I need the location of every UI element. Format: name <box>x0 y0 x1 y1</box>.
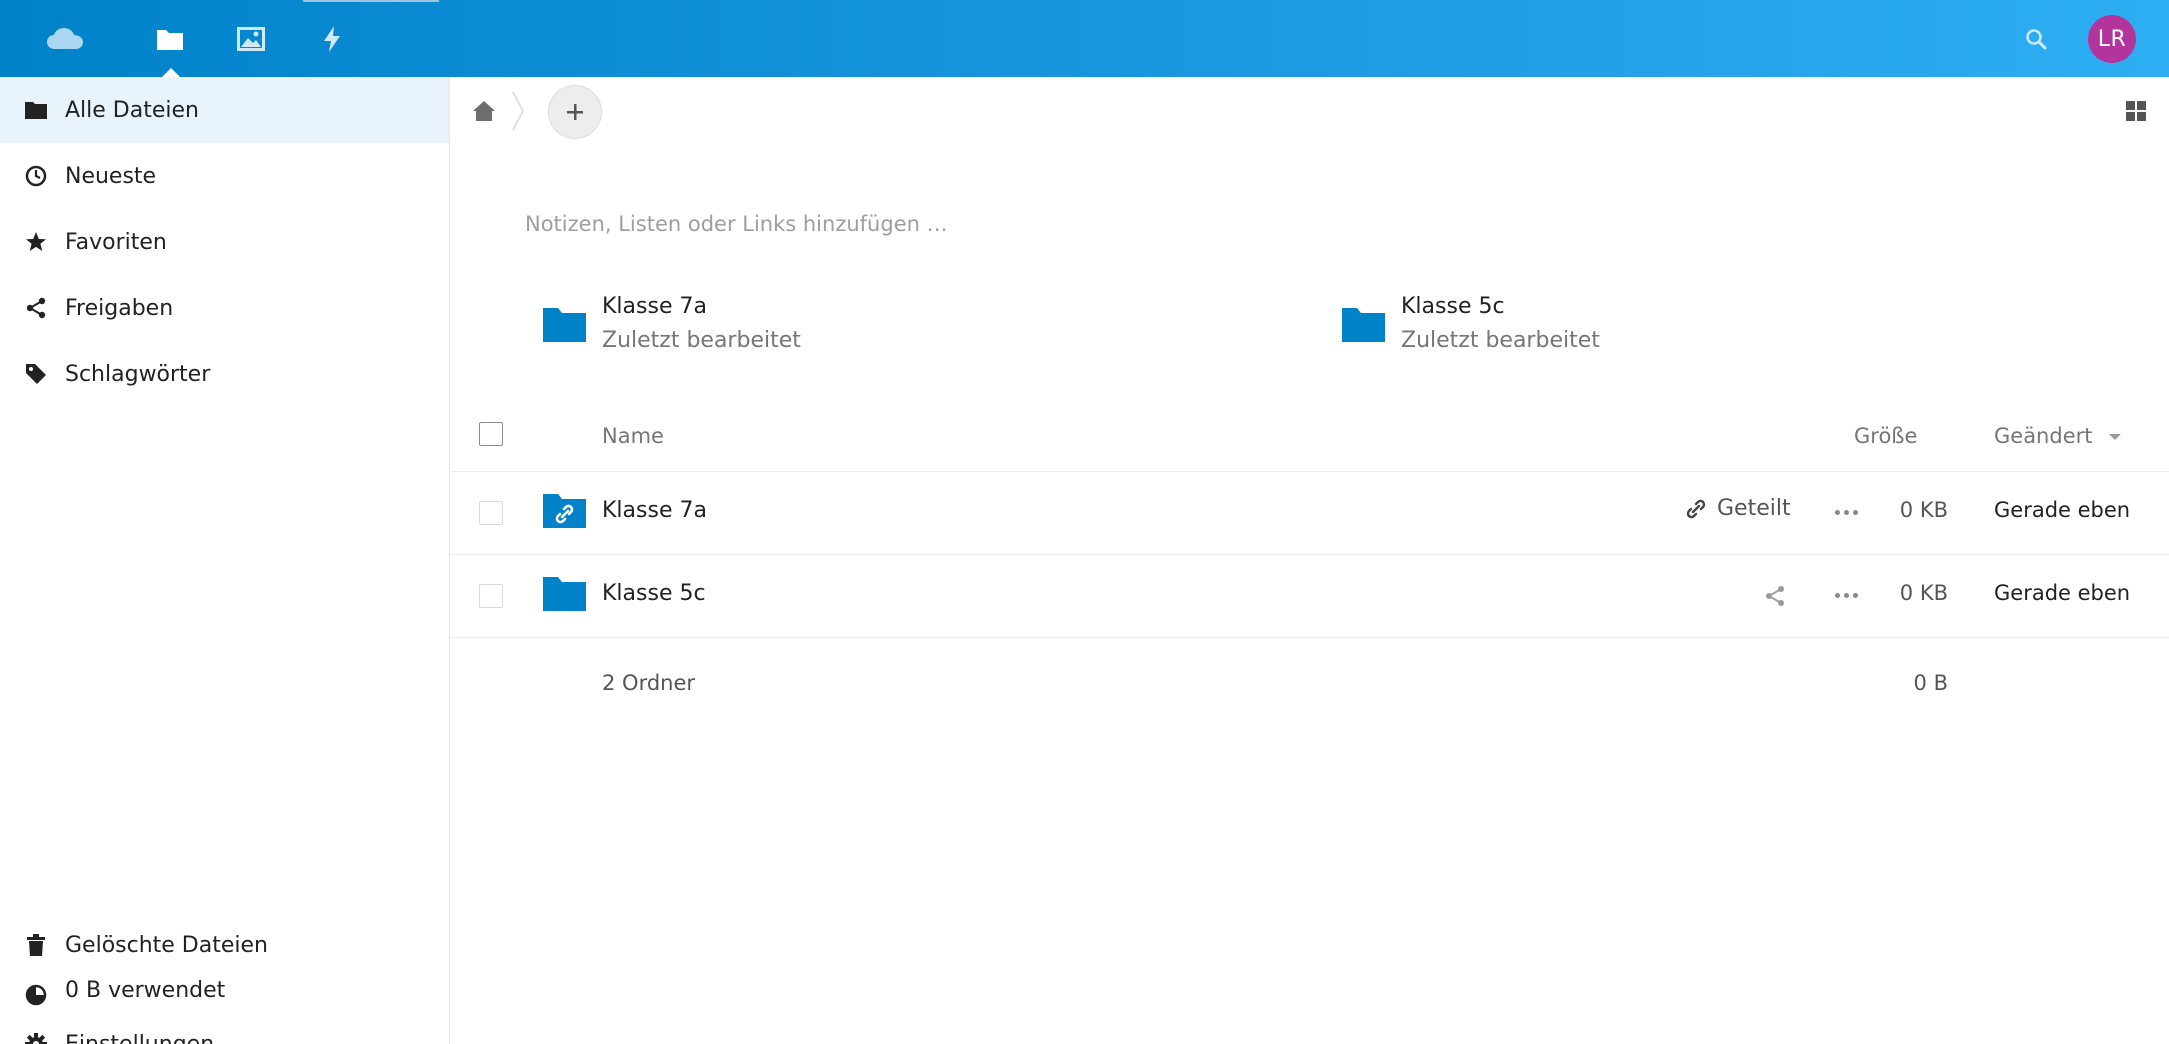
search-icon[interactable] <box>2016 0 2056 77</box>
file-modified: Gerade eben <box>1994 498 2131 522</box>
column-size-header[interactable]: Größe <box>1854 424 1917 448</box>
clock-icon <box>19 165 53 187</box>
file-list-summary: 2 Ordner 0 B <box>451 637 2169 695</box>
trash-icon <box>19 934 53 956</box>
sidebar-item-label: Alle Dateien <box>65 97 199 123</box>
file-size: 0 KB <box>1899 581 1948 605</box>
breadcrumb-home-icon[interactable] <box>469 96 499 126</box>
user-avatar[interactable]: LR <box>2088 15 2136 63</box>
share-icon <box>19 297 53 319</box>
sidebar-item-label: Freigaben <box>65 295 174 321</box>
breadcrumb-separator-icon <box>511 91 525 135</box>
pie-chart-icon <box>19 984 53 1006</box>
controls-bar <box>451 77 2169 145</box>
app-activity-lightning-icon[interactable] <box>312 0 352 77</box>
sidebar-item-all-files[interactable]: Alle Dateien <box>0 77 449 143</box>
more-actions-icon[interactable] <box>1835 593 1862 598</box>
recent-item-title: Klasse 7a <box>602 294 707 319</box>
sidebar-item-recent[interactable]: Neueste <box>0 143 449 209</box>
recent-item-subtitle: Zuletzt bearbeitet <box>1401 328 1600 353</box>
new-file-button[interactable] <box>548 85 602 139</box>
folder-icon <box>543 575 586 615</box>
file-modified: Gerade eben <box>1994 581 2131 605</box>
grid-view-toggle-icon[interactable] <box>2121 96 2151 126</box>
select-all-checkbox[interactable] <box>479 422 503 446</box>
app-navigation: Alle Dateien Neueste Favoriten Freigaben… <box>0 77 450 1044</box>
shared-link-folder-icon <box>543 492 586 532</box>
gear-icon <box>19 1033 53 1044</box>
sort-descending-icon <box>2109 434 2121 440</box>
app-header: LR <box>0 0 2169 77</box>
summary-count: 2 Ordner <box>602 671 696 695</box>
file-name[interactable]: Klasse 5c <box>602 581 706 606</box>
recent-item-subtitle: Zuletzt bearbeitet <box>602 328 801 353</box>
folder-icon <box>1342 306 1385 346</box>
quota-label: 0 B verwendet <box>65 978 226 1003</box>
rich-workspace-placeholder[interactable]: Notizen, Listen oder Links hinzufügen … <box>525 212 948 236</box>
file-list-header: Name Größe Geändert <box>451 404 2169 472</box>
table-row[interactable]: Klasse 7a Geteilt 0 KB Gerade eben <box>451 472 2169 555</box>
table-row[interactable]: Klasse 5c 0 KB Gerade eben <box>451 555 2169 638</box>
cloud-logo-icon[interactable] <box>40 0 90 77</box>
star-icon <box>19 231 53 253</box>
tag-icon <box>19 363 53 385</box>
folder-icon <box>543 306 586 346</box>
folder-icon <box>19 101 53 119</box>
share-icon[interactable] <box>1764 585 1786 611</box>
sidebar-item-shares[interactable]: Freigaben <box>0 275 449 341</box>
column-name-header[interactable]: Name <box>602 424 664 448</box>
app-photos-image-icon[interactable] <box>231 0 271 77</box>
file-name[interactable]: Klasse 7a <box>602 498 707 523</box>
file-size: 0 KB <box>1899 498 1948 522</box>
row-checkbox[interactable] <box>479 501 503 525</box>
recent-item-title: Klasse 5c <box>1401 294 1505 319</box>
share-status-label: Geteilt <box>1717 496 1791 521</box>
sidebar-item-label: Gelöschte Dateien <box>65 932 268 958</box>
share-status-button[interactable]: Geteilt <box>1685 496 1791 521</box>
plus-icon <box>567 104 583 120</box>
active-app-indicator <box>162 68 180 77</box>
sidebar-item-settings[interactable]: Einstellungen <box>0 1011 449 1044</box>
column-modified-header[interactable]: Geändert <box>1994 424 2093 448</box>
sidebar-item-favorites[interactable]: Favoriten <box>0 209 449 275</box>
more-actions-icon[interactable] <box>1835 510 1862 515</box>
sidebar-item-label: Favoriten <box>65 229 167 255</box>
summary-size: 0 B <box>1913 671 1948 695</box>
sidebar-item-label: Schlagwörter <box>65 361 211 387</box>
sidebar-item-label: Einstellungen <box>65 1031 215 1044</box>
recent-item[interactable]: Klasse 5c Zuletzt bearbeitet <box>1342 294 1842 364</box>
link-icon <box>1686 499 1706 518</box>
app-files-folder-icon[interactable] <box>150 0 190 77</box>
sidebar-item-label: Neueste <box>65 163 157 189</box>
row-checkbox[interactable] <box>479 584 503 608</box>
sidebar-item-tags[interactable]: Schlagwörter <box>0 341 449 407</box>
recent-item[interactable]: Klasse 7a Zuletzt bearbeitet <box>543 294 1043 364</box>
